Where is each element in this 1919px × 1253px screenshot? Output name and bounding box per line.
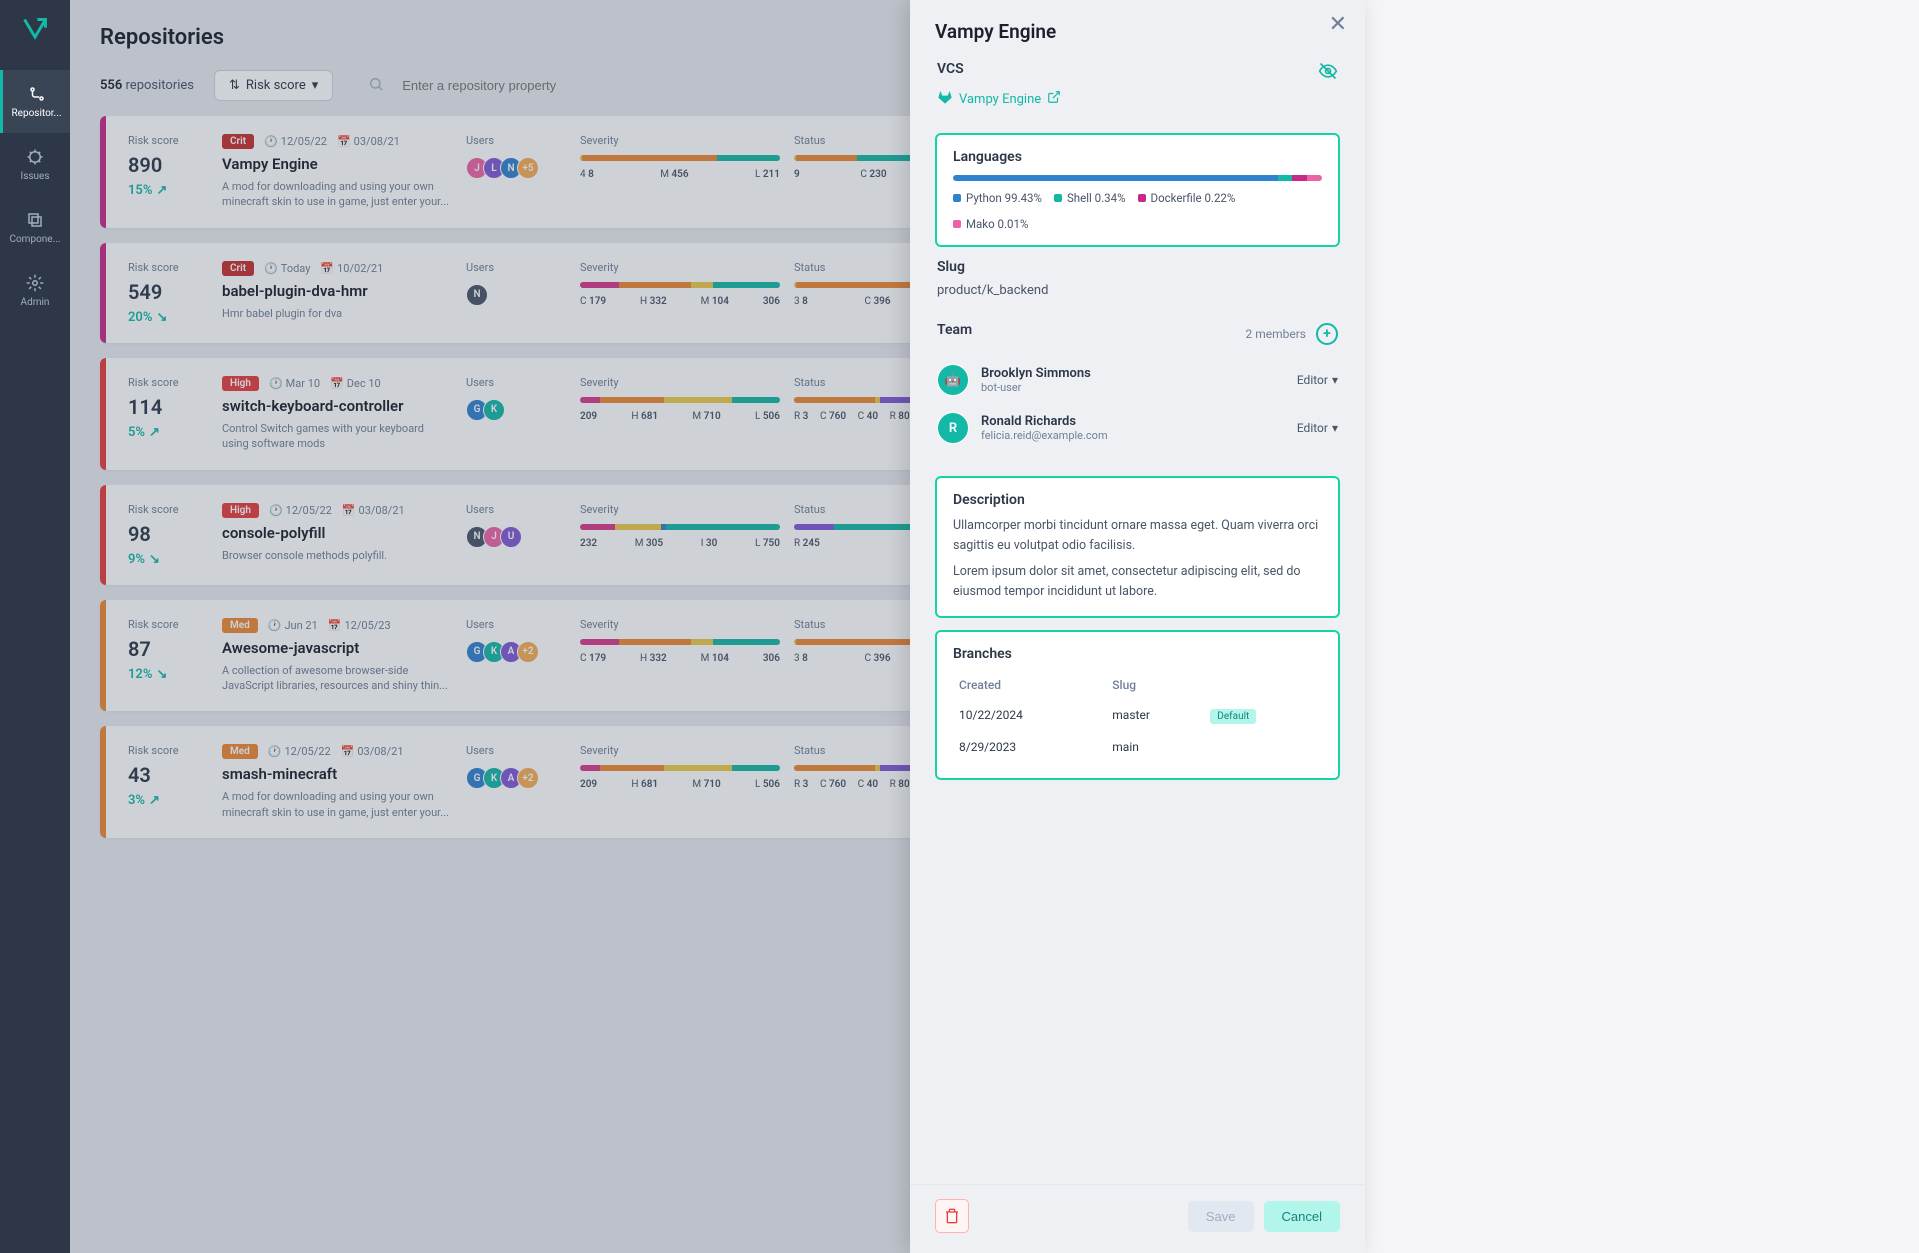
delete-button[interactable] bbox=[935, 1199, 969, 1233]
branch-row: 10/22/2024masterDefault bbox=[955, 700, 1320, 730]
close-icon[interactable]: ✕ bbox=[1329, 12, 1347, 37]
calendar-icon: 📅 bbox=[330, 377, 344, 390]
slug-label: Slug bbox=[937, 259, 1338, 275]
trend-icon: ↗ bbox=[149, 425, 160, 440]
calendar-icon: 📅 bbox=[328, 619, 342, 632]
clock-icon: 🕐 bbox=[268, 619, 282, 632]
avatar: 🤖 bbox=[937, 364, 969, 396]
cancel-button[interactable]: Cancel bbox=[1264, 1201, 1340, 1232]
calendar-icon: 📅 bbox=[337, 135, 351, 148]
nav-repo[interactable]: Repositor... bbox=[0, 70, 70, 133]
search-icon bbox=[368, 76, 384, 96]
avatar: +2 bbox=[517, 641, 539, 663]
layers-icon bbox=[25, 210, 45, 230]
eye-off-icon[interactable] bbox=[1318, 61, 1338, 85]
save-button[interactable]: Save bbox=[1188, 1201, 1254, 1232]
lang-legend-item: Mako 0.01% bbox=[953, 217, 1028, 231]
team-label: Team bbox=[937, 322, 972, 338]
gear-icon bbox=[25, 273, 45, 293]
chevron-down-icon: ▾ bbox=[312, 78, 319, 93]
lang-legend-item: Shell 0.34% bbox=[1054, 191, 1126, 205]
branch-row: 8/29/2023main bbox=[955, 732, 1320, 762]
clock-icon: 🕐 bbox=[269, 377, 283, 390]
trend-icon: ↗ bbox=[149, 793, 160, 808]
bug-icon bbox=[25, 147, 45, 167]
sidebar: Repositor...IssuesCompone...Admin bbox=[0, 0, 70, 1253]
languages-panel: Languages Python 99.43%Shell 0.34%Docker… bbox=[935, 133, 1340, 247]
calendar-icon: 📅 bbox=[342, 504, 356, 517]
nav-bug[interactable]: Issues bbox=[0, 133, 70, 196]
lang-legend-item: Python 99.43% bbox=[953, 191, 1042, 205]
team-member: 🤖Brooklyn Simmonsbot-userEditor ▾ bbox=[937, 356, 1338, 404]
gitlab-icon bbox=[937, 89, 953, 109]
slug-value: product/k_backend bbox=[937, 283, 1338, 298]
clock-icon: 🕐 bbox=[268, 745, 282, 758]
detail-drawer: ✕ Vampy Engine VCS Vampy Engine Languag bbox=[910, 0, 1365, 1253]
external-link-icon bbox=[1047, 90, 1061, 108]
default-tag: Default bbox=[1210, 709, 1256, 724]
lang-legend-item: Dockerfile 0.22% bbox=[1138, 191, 1236, 205]
nav-layers[interactable]: Compone... bbox=[0, 196, 70, 259]
role-select[interactable]: Editor ▾ bbox=[1297, 421, 1338, 435]
clock-icon: 🕐 bbox=[264, 262, 278, 275]
sort-dropdown[interactable]: ⇅ Risk score ▾ bbox=[214, 70, 333, 101]
avatar: +5 bbox=[517, 157, 539, 179]
calendar-icon: 📅 bbox=[341, 745, 355, 758]
trend-icon: ↘ bbox=[156, 310, 167, 325]
chevron-down-icon: ▾ bbox=[1332, 373, 1338, 387]
trend-icon: ↗ bbox=[156, 183, 167, 198]
avatar: +2 bbox=[517, 767, 539, 789]
clock-icon: 🕐 bbox=[264, 135, 278, 148]
trend-icon: ↘ bbox=[149, 552, 160, 567]
chevron-down-icon: ▾ bbox=[1332, 421, 1338, 435]
trend-icon: ↘ bbox=[156, 667, 167, 682]
avatar: R bbox=[937, 412, 969, 444]
repo-icon bbox=[27, 84, 47, 104]
logo bbox=[20, 15, 50, 45]
branches-panel: Branches Created Slug 10/22/2024masterDe… bbox=[935, 630, 1340, 780]
drawer-title: Vampy Engine bbox=[935, 20, 1340, 43]
vcs-label: VCS bbox=[937, 61, 964, 77]
sort-icon: ⇅ bbox=[229, 78, 240, 93]
calendar-icon: 📅 bbox=[320, 262, 334, 275]
team-member: RRonald Richardsfelicia.reid@example.com… bbox=[937, 404, 1338, 452]
role-select[interactable]: Editor ▾ bbox=[1297, 373, 1338, 387]
description-panel: Description Ullamcorper morbi tincidunt … bbox=[935, 476, 1340, 618]
repo-count: 556 repositories bbox=[100, 78, 194, 93]
nav-gear[interactable]: Admin bbox=[0, 259, 70, 322]
avatar: N bbox=[466, 284, 488, 306]
clock-icon: 🕐 bbox=[269, 504, 283, 517]
vcs-link[interactable]: Vampy Engine bbox=[937, 89, 1338, 109]
add-member-button[interactable]: + bbox=[1316, 323, 1338, 345]
avatar: K bbox=[483, 399, 505, 421]
avatar: U bbox=[500, 526, 522, 548]
